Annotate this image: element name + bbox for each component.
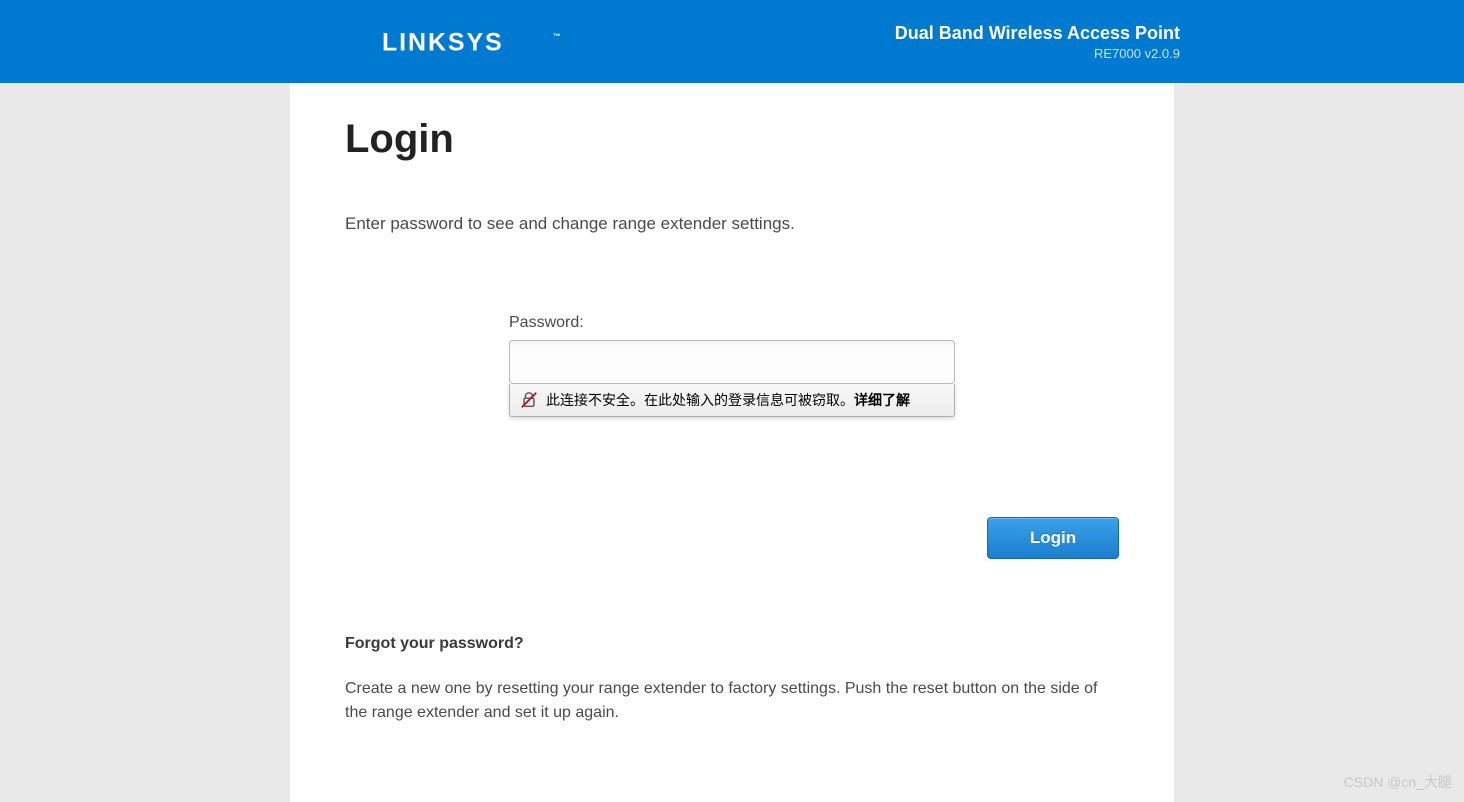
warning-learn-more-link[interactable]: 详细了解 (854, 392, 910, 408)
svg-text:™: ™ (553, 32, 563, 41)
lock-slash-icon (520, 391, 538, 409)
svg-text:LINKSYS: LINKSYS (382, 29, 504, 55)
forgot-password-section: Forgot your password? Create a new one b… (345, 635, 1119, 725)
password-input[interactable] (509, 340, 955, 384)
forgot-password-text: Create a new one by resetting your range… (345, 677, 1119, 725)
login-button[interactable]: Login (987, 517, 1119, 559)
header-product-info: Dual Band Wireless Access Point RE7000 v… (895, 23, 1180, 61)
product-version: RE7000 v2.0.9 (895, 46, 1180, 61)
login-instruction: Enter password to see and change range e… (345, 214, 1119, 234)
watermark: CSDN @cn_大腿 (1344, 772, 1452, 792)
linksys-logo: LINKSYS ™ (382, 29, 574, 55)
brand-logo: LINKSYS ™ (382, 29, 574, 55)
warning-message: 此连接不安全。在此处输入的登录信息可被窃取。 (546, 392, 854, 408)
page-title: Login (345, 117, 1119, 162)
header: LINKSYS ™ Dual Band Wireless Access Poin… (0, 0, 1464, 83)
password-label: Password: (509, 314, 955, 332)
button-row: Login (345, 517, 1119, 559)
warning-text: 此连接不安全。在此处输入的登录信息可被窃取。详细了解 (546, 390, 944, 410)
forgot-password-title: Forgot your password? (345, 635, 1119, 653)
main-content: Login Enter password to see and change r… (290, 83, 1174, 802)
product-name: Dual Band Wireless Access Point (895, 23, 1180, 44)
insecure-connection-warning: 此连接不安全。在此处输入的登录信息可被窃取。详细了解 (509, 384, 955, 417)
login-form: Password: 此连接不安全。在此处输入的登录信息可被窃取。详细了解 (509, 314, 955, 417)
